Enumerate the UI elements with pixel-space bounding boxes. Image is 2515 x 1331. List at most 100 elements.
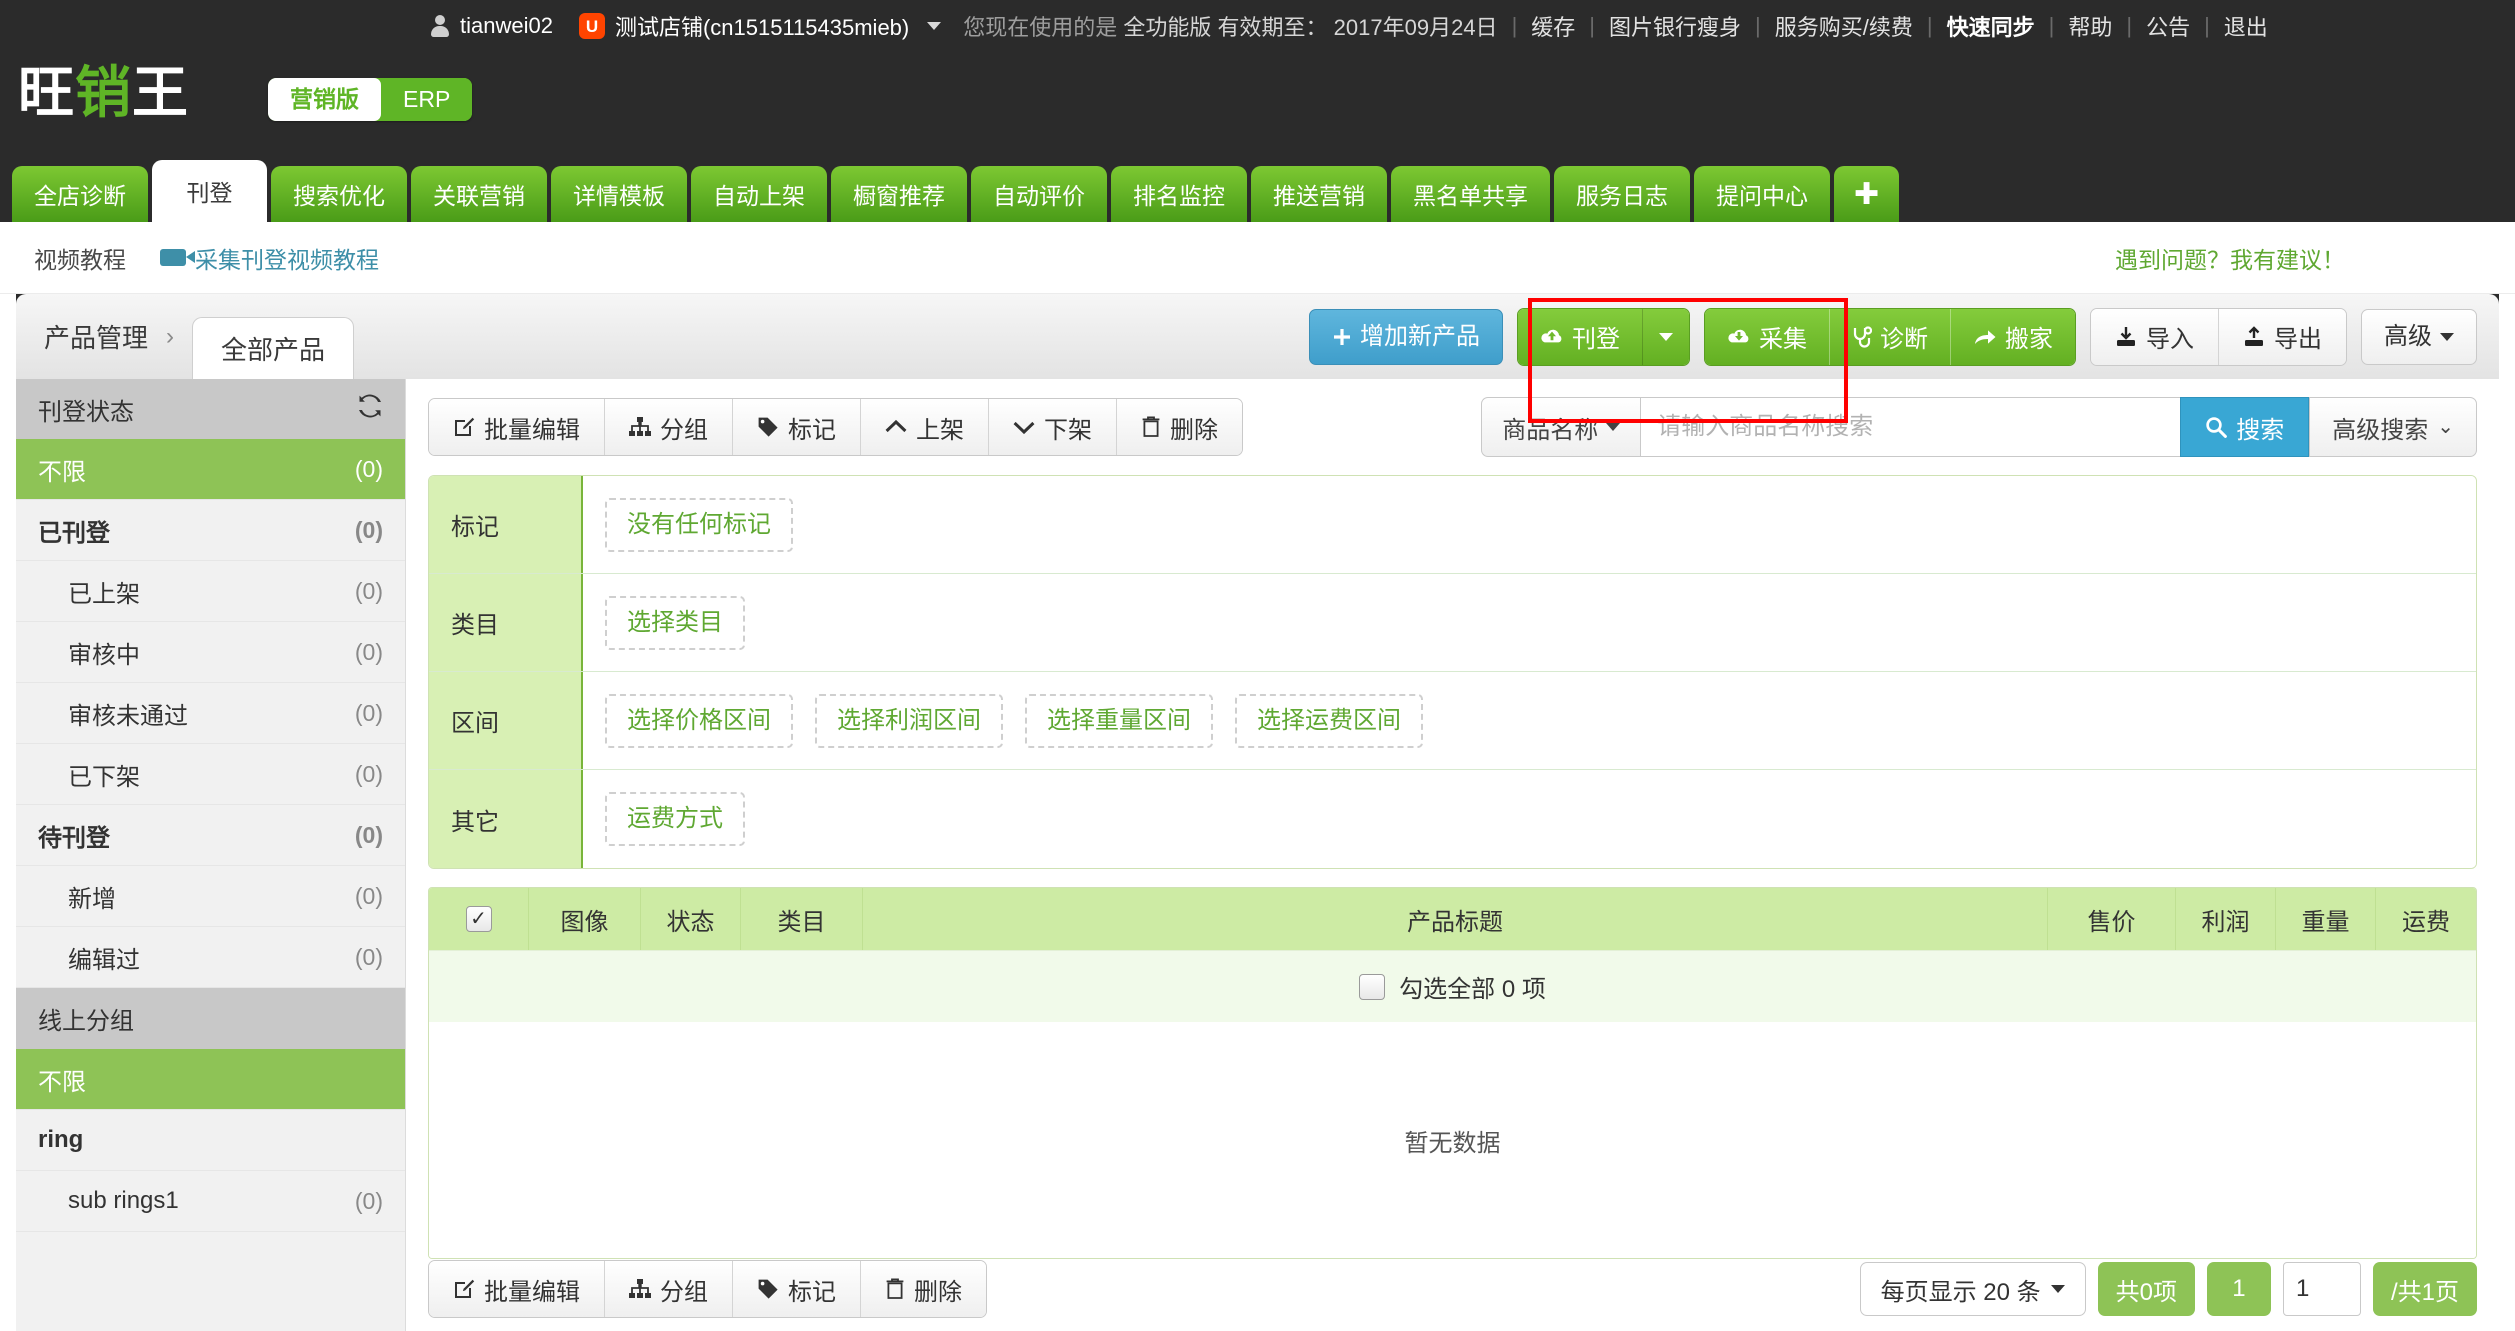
bottom-tag-button[interactable]: 标记	[732, 1261, 860, 1317]
list-off-shelf-button[interactable]: 下架	[988, 399, 1116, 455]
sidebar-item-in-review[interactable]: 审核中 (0)	[16, 622, 405, 683]
filter-chip-shipping-method[interactable]: 运费方式	[605, 792, 745, 846]
sidebar-status-header: 刊登状态	[16, 379, 405, 439]
refresh-icon[interactable]	[357, 393, 383, 426]
advanced-search-button[interactable]: 高级搜索 ⌄	[2309, 397, 2477, 457]
advanced-label: 高级	[2384, 322, 2432, 350]
sidebar-item-off-shelf[interactable]: 已下架 (0)	[16, 744, 405, 805]
nav-tab-store-diagnosis[interactable]: 全店诊断	[12, 166, 148, 222]
pagination: 每页显示 20 条 共0项 1 /共1页	[1859, 1262, 2477, 1316]
feedback-link[interactable]: 遇到问题？我有建议！	[2115, 241, 2345, 275]
filter-chip-no-tag[interactable]: 没有任何标记	[605, 497, 793, 552]
topbar-link-announcement[interactable]: 公告	[2146, 10, 2190, 42]
import-button[interactable]: 导入	[2091, 308, 2218, 365]
nav-tab-search-optimization[interactable]: 搜索优化	[271, 166, 407, 222]
search-button[interactable]: 搜索	[2180, 397, 2310, 457]
select-all-header-cell[interactable]: ✓	[429, 888, 529, 950]
search-field-label: 商品名称	[1502, 416, 1599, 444]
breadcrumb-tab-all-products[interactable]: 全部产品	[192, 317, 355, 379]
group-button[interactable]: 分组	[604, 399, 732, 455]
advanced-button[interactable]: 高级	[2361, 308, 2477, 365]
main-navigation: 全店诊断 刊登 搜索优化 关联营销 详情模板 自动上架 橱窗推荐 自动评价 排名…	[0, 160, 2515, 222]
nav-tab-question-center[interactable]: 提问中心	[1694, 166, 1830, 222]
column-header-shipping: 运费	[2402, 908, 2450, 936]
bottom-delete-button[interactable]: 删除	[860, 1261, 986, 1317]
delete-button[interactable]: 删除	[1116, 399, 1242, 455]
sidebar-item-group-sub-rings1[interactable]: sub rings1 (0)	[16, 1171, 405, 1232]
export-button[interactable]: 导出	[2218, 308, 2346, 365]
migrate-button[interactable]: 搬家	[1950, 308, 2075, 365]
filter-chip-price-range[interactable]: 选择价格区间	[605, 693, 793, 748]
sidebar-item-group-all[interactable]: 不限	[16, 1049, 405, 1110]
nav-tab-showcase-recommend[interactable]: 橱窗推荐	[831, 166, 967, 222]
nav-tab-detail-template[interactable]: 详情模板	[551, 166, 687, 222]
collect-button[interactable]: 采集	[1705, 308, 1829, 365]
page-size-selector[interactable]: 每页显示 20 条	[1859, 1262, 2086, 1316]
caret-down-icon	[2440, 332, 2454, 341]
sidebar-item-status-all[interactable]: 不限 (0)	[16, 439, 405, 500]
divider: |	[2048, 13, 2055, 38]
select-all-checkbox[interactable]	[1359, 973, 1386, 1000]
tag-button[interactable]: 标记	[732, 399, 860, 455]
sidebar-item-count: (0)	[354, 943, 383, 970]
user-account[interactable]: tianwei02	[430, 13, 553, 39]
search-field-selector[interactable]: 商品名称	[1481, 397, 1641, 457]
bottom-bulk-edit-button[interactable]: 批量编辑	[429, 1261, 604, 1317]
nav-tab-auto-review[interactable]: 自动评价	[971, 166, 1107, 222]
tutorial-label: 视频教程	[34, 246, 126, 273]
sidebar-item-on-shelf[interactable]: 已上架 (0)	[16, 561, 405, 622]
nav-tab-related-marketing[interactable]: 关联营销	[411, 166, 547, 222]
sidebar-item-pending-publish[interactable]: 待刊登 (0)	[16, 805, 405, 866]
topbar-link-logout[interactable]: 退出	[2224, 10, 2268, 42]
edition-marketing[interactable]: 营销版	[268, 78, 381, 121]
add-product-label: 增加新产品	[1360, 322, 1480, 350]
total-pages-badge: /共1页	[2372, 1262, 2477, 1316]
trash-icon	[1141, 416, 1161, 438]
nav-tab-auto-listing[interactable]: 自动上架	[691, 166, 827, 222]
nav-tab-blacklist-share[interactable]: 黑名单共享	[1391, 166, 1550, 222]
filter-chip-profit-range[interactable]: 选择利润区间	[815, 693, 1003, 748]
table-header-row: ✓ 图像 状态 类目 产品标题 售价 利润 重量 运费	[429, 888, 2476, 950]
publish-split-button[interactable]: 刊登	[1517, 307, 1690, 366]
topbar-link-help[interactable]: 帮助	[2068, 10, 2112, 42]
topbar-link-quick-sync[interactable]: 快速同步	[1947, 10, 2035, 42]
breadcrumb-root[interactable]: 产品管理	[44, 318, 148, 355]
sidebar-item-new[interactable]: 新增 (0)	[16, 866, 405, 927]
tutorial-video-link[interactable]: 采集刊登视频教程	[160, 241, 379, 275]
list-on-shelf-button[interactable]: 上架	[860, 399, 988, 455]
sidebar-item-label: 已上架	[68, 580, 140, 608]
nav-tab-push-marketing[interactable]: 推送营销	[1251, 166, 1387, 222]
publish-button[interactable]: 刊登	[1518, 308, 1642, 365]
sidebar-item-label: sub rings1	[68, 1187, 179, 1214]
current-page-badge[interactable]: 1	[2206, 1262, 2271, 1316]
edition-erp[interactable]: ERP	[381, 78, 473, 121]
bottom-group-button[interactable]: 分组	[604, 1261, 732, 1317]
add-tab-button[interactable]: ✚	[1834, 166, 1900, 222]
sidebar-item-published[interactable]: 已刊登 (0)	[16, 500, 405, 561]
filter-chip-shipping-range[interactable]: 选择运费区间	[1235, 693, 1423, 748]
topbar-link-service-purchase[interactable]: 服务购买/续费	[1775, 10, 1913, 42]
search-input[interactable]	[1640, 397, 2181, 457]
breadcrumb-bar: 产品管理 › 全部产品 增加新产品 刊登 采集 诊断 搬家 导入 导出 高级	[16, 294, 2499, 379]
topbar-link-cache[interactable]: 缓存	[1531, 10, 1575, 42]
edition-switch[interactable]: 营销版 ERP	[268, 78, 473, 121]
sidebar-item-label: ring	[38, 1126, 84, 1153]
add-product-button[interactable]: 增加新产品	[1309, 308, 1503, 365]
sidebar-item-edited[interactable]: 编辑过 (0)	[16, 927, 405, 988]
page-number-input[interactable]	[2282, 1262, 2361, 1316]
publish-dropdown-button[interactable]	[1642, 308, 1689, 365]
filter-chip-weight-range[interactable]: 选择重量区间	[1025, 693, 1213, 748]
nav-tab-service-log[interactable]: 服务日志	[1554, 166, 1690, 222]
topbar-link-image-bank[interactable]: 图片银行瘦身	[1609, 10, 1741, 42]
nav-tab-ranking-monitor[interactable]: 排名监控	[1111, 166, 1247, 222]
filter-chip-select-category[interactable]: 选择类目	[605, 595, 745, 650]
nav-tab-publish[interactable]: 刊登	[152, 160, 267, 222]
shop-selector[interactable]: U 测试店铺(cn1515115435mieb)	[578, 10, 942, 42]
sidebar-item-group-ring[interactable]: ring	[16, 1110, 405, 1171]
header-checkbox[interactable]: ✓	[465, 906, 492, 932]
sidebar-item-review-failed[interactable]: 审核未通过 (0)	[16, 683, 405, 744]
bulk-edit-button[interactable]: 批量编辑	[429, 399, 604, 455]
filter-row: 标记 没有任何标记	[429, 476, 2476, 574]
diagnose-button[interactable]: 诊断	[1829, 308, 1950, 365]
column-header-image: 图像	[529, 888, 641, 950]
